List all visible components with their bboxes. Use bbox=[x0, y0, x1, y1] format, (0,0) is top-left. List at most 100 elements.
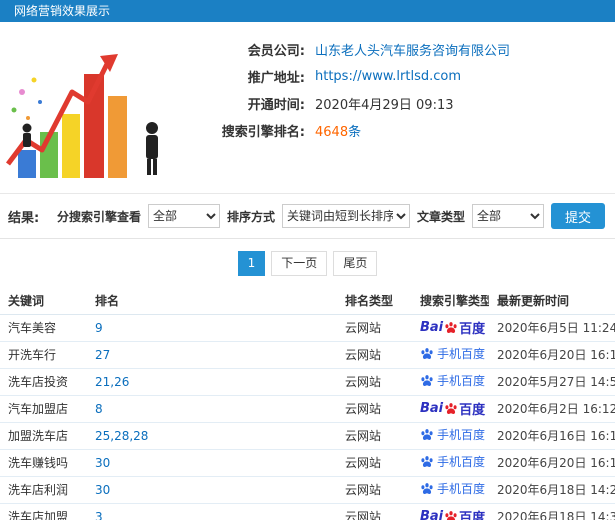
rank-cell[interactable]: 30 bbox=[87, 476, 337, 504]
mobile-baidu-logo: 手机百度 bbox=[420, 372, 485, 389]
engine-cell: Bai 百度 bbox=[412, 314, 489, 342]
rank-count-number: 4648 bbox=[315, 125, 349, 140]
table-row: 加盟洗车店 25,28,28 云网站 手机百度 2020年6月16日 16:11 bbox=[0, 422, 615, 450]
pagination: 1 下一页 尾页 bbox=[0, 239, 615, 287]
keyword-cell: 开洗车行 bbox=[0, 341, 87, 369]
promotion-url-link[interactable]: https://www.lrtlsd.com bbox=[315, 69, 461, 84]
paw-icon bbox=[421, 428, 433, 440]
rank-count-suffix: 条 bbox=[348, 125, 362, 140]
table-row: 洗车店利润 30 云网站 手机百度 2020年6月18日 14:27 bbox=[0, 476, 615, 504]
baidu-logo: Bai 百度 bbox=[420, 507, 485, 520]
chart-illustration bbox=[0, 32, 185, 182]
filter-controls: 分搜索引擎查看 全部 排序方式 关键词由短到长排序 文章类型 全部 提交 bbox=[57, 203, 605, 229]
engine-cell: Bai 百度 bbox=[412, 395, 489, 423]
rank-cell[interactable]: 30 bbox=[87, 449, 337, 477]
engine-cell: Bai 百度 bbox=[412, 503, 489, 520]
keyword-cell: 洗车店投资 bbox=[0, 368, 87, 396]
info-fields: 会员公司: 山东老人头汽车服务咨询有限公司 推广地址: https://www.… bbox=[185, 32, 615, 185]
rank-cell[interactable]: 8 bbox=[87, 395, 337, 423]
result-label: 结果: bbox=[8, 210, 40, 226]
rank-type-cell: 云网站 bbox=[337, 314, 412, 342]
rank-type-cell: 云网站 bbox=[337, 449, 412, 477]
table-row: 汽车美容 9 云网站 Bai 百度 2020年6月5日 11:24 bbox=[0, 314, 615, 342]
col-rank-type: 排名类型 bbox=[337, 287, 412, 315]
rank-cell[interactable]: 25,28,28 bbox=[87, 422, 337, 450]
paw-icon bbox=[445, 321, 457, 333]
info-row-rank-count: 搜索引擎排名: 4648条 bbox=[185, 117, 615, 144]
sort-filter-label: 排序方式 bbox=[226, 209, 275, 224]
update-time-cell: 2020年6月18日 14:27 bbox=[489, 476, 615, 504]
update-time-cell: 2020年6月20日 16:13 bbox=[489, 449, 615, 477]
rank-count-label: 搜索引擎排名: bbox=[221, 125, 305, 140]
info-panel: 会员公司: 山东老人头汽车服务咨询有限公司 推广地址: https://www.… bbox=[0, 22, 615, 194]
table-row: 汽车加盟店 8 云网站 Bai 百度 2020年6月2日 16:12 bbox=[0, 395, 615, 423]
url-label: 推广地址: bbox=[247, 71, 305, 86]
company-label: 会员公司: bbox=[247, 44, 305, 59]
bar-chart-graphic bbox=[6, 54, 158, 178]
paw-icon bbox=[445, 402, 457, 414]
next-page-button[interactable]: 下一页 bbox=[271, 250, 328, 276]
type-filter-label: 文章类型 bbox=[416, 209, 465, 224]
keyword-cell: 洗车店利润 bbox=[0, 476, 87, 504]
article-type-select[interactable]: 全部 bbox=[471, 204, 544, 228]
title-bar: 网络营销效果展示 bbox=[0, 0, 615, 22]
mobile-baidu-logo: 手机百度 bbox=[420, 453, 485, 470]
engine-cell: 手机百度 bbox=[412, 476, 489, 504]
rank-type-cell: 云网站 bbox=[337, 368, 412, 396]
page-title: 网络营销效果展示 bbox=[14, 4, 111, 18]
info-row-open-time: 开通时间: 2020年4月29日 09:13 bbox=[185, 90, 615, 117]
engine-cell: 手机百度 bbox=[412, 422, 489, 450]
rank-type-cell: 云网站 bbox=[337, 341, 412, 369]
keyword-cell: 洗车赚钱吗 bbox=[0, 449, 87, 477]
rank-type-cell: 云网站 bbox=[337, 422, 412, 450]
page-current[interactable]: 1 bbox=[237, 250, 266, 276]
rank-cell[interactable]: 9 bbox=[87, 314, 337, 342]
table-header-row: 关键词 排名 排名类型 搜索引擎类型 最新更新时间 bbox=[0, 287, 615, 315]
baidu-logo: Bai 百度 bbox=[420, 401, 486, 418]
rank-type-cell: 云网站 bbox=[337, 476, 412, 504]
table-row: 洗车店投资 21,26 云网站 手机百度 2020年5月27日 14:58 bbox=[0, 368, 615, 396]
update-time-cell: 2020年6月16日 16:11 bbox=[489, 422, 615, 450]
update-time-cell: 2020年6月20日 16:16 bbox=[489, 341, 615, 369]
col-engine-type: 搜索引擎类型 bbox=[412, 287, 489, 315]
update-time-cell: 2020年6月18日 14:30 bbox=[489, 503, 615, 520]
baidu-logo: Bai 百度 bbox=[420, 320, 486, 337]
company-link[interactable]: 山东老人头汽车服务咨询有限公司 bbox=[315, 40, 510, 59]
update-time-cell: 2020年5月27日 14:58 bbox=[489, 368, 615, 396]
engine-select[interactable]: 全部 bbox=[147, 204, 220, 228]
paw-icon bbox=[421, 482, 433, 494]
rank-cell[interactable]: 21,26 bbox=[87, 368, 337, 396]
keyword-cell: 洗车店加盟 bbox=[0, 503, 87, 520]
table-row: 洗车店加盟 3 云网站 Bai 百度 2020年6月18日 14:30 bbox=[0, 503, 615, 520]
col-keyword: 关键词 bbox=[0, 287, 87, 315]
table-row: 开洗车行 27 云网站 手机百度 2020年6月20日 16:16 bbox=[0, 341, 615, 369]
engine-cell: 手机百度 bbox=[412, 449, 489, 477]
results-table: 关键词 排名 排名类型 搜索引擎类型 最新更新时间 汽车美容 9 云网站 Bai 百度 2… bbox=[0, 287, 615, 520]
table-row: 洗车赚钱吗 30 云网站 手机百度 2020年6月20日 16:13 bbox=[0, 449, 615, 477]
rank-cell[interactable]: 27 bbox=[87, 341, 337, 369]
open-time-value: 2020年4月29日 09:13 bbox=[315, 98, 454, 113]
open-time-label: 开通时间: bbox=[247, 98, 305, 113]
mobile-baidu-logo: 手机百度 bbox=[420, 426, 485, 443]
rank-cell[interactable]: 3 bbox=[87, 503, 337, 520]
paw-icon bbox=[421, 374, 433, 386]
paw-icon bbox=[421, 347, 433, 359]
mobile-baidu-logo: 手机百度 bbox=[420, 345, 485, 362]
paw-icon bbox=[421, 455, 433, 467]
paw-icon bbox=[445, 510, 457, 520]
rank-type-cell: 云网站 bbox=[337, 395, 412, 423]
keyword-cell: 汽车加盟店 bbox=[0, 395, 87, 423]
submit-button[interactable]: 提交 bbox=[550, 203, 605, 229]
col-update-time: 最新更新时间 bbox=[489, 287, 615, 315]
filter-bar: 结果: 分搜索引擎查看 全部 排序方式 关键词由短到长排序 文章类型 全部 提交 bbox=[0, 194, 615, 239]
keyword-cell: 汽车美容 bbox=[0, 314, 87, 342]
rank-count-value: 4648条 bbox=[315, 121, 361, 140]
update-time-cell: 2020年6月5日 11:24 bbox=[489, 314, 615, 342]
engine-filter-label: 分搜索引擎查看 bbox=[56, 209, 141, 224]
col-rank: 排名 bbox=[87, 287, 337, 315]
sort-select[interactable]: 关键词由短到长排序 bbox=[281, 204, 410, 228]
mobile-baidu-logo: 手机百度 bbox=[420, 480, 485, 497]
engine-cell: 手机百度 bbox=[412, 368, 489, 396]
last-page-button[interactable]: 尾页 bbox=[333, 250, 378, 276]
update-time-cell: 2020年6月2日 16:12 bbox=[489, 395, 615, 423]
